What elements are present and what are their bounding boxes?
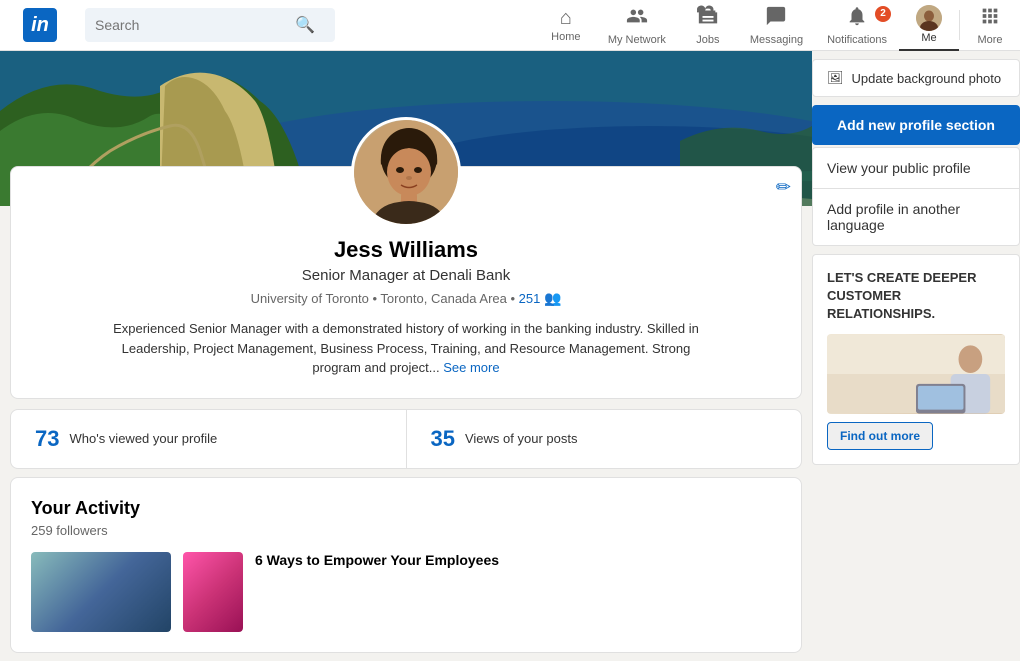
search-input[interactable] (95, 17, 295, 33)
add-language-link[interactable]: Add profile in another language (813, 189, 1019, 245)
notifications-icon (846, 5, 868, 33)
edit-profile-icon[interactable]: ✏ (776, 177, 791, 198)
profile-card: ✏ Jess Williams Senior Manager at Denali… (10, 166, 802, 399)
nav-item-network[interactable]: My Network (596, 0, 678, 51)
nav-item-jobs[interactable]: Jobs (678, 0, 738, 51)
activity-text: 6 Ways to Empower Your Employees (255, 552, 499, 632)
activity-followers: 259 followers (31, 523, 781, 538)
post-views-stat[interactable]: 35 Views of your posts (407, 410, 802, 468)
nav-label-home: Home (551, 31, 580, 43)
profile-views-label: Who's viewed your profile (69, 431, 217, 446)
post-views-count: 35 (431, 426, 455, 452)
profile-photo-wrap (41, 117, 771, 227)
linkedin-icon: in (23, 8, 57, 42)
profile-views-stat[interactable]: 73 Who's viewed your profile (11, 410, 407, 468)
nav-item-notifications[interactable]: 2 Notifications (815, 0, 899, 51)
connections-icon: 👥 (544, 290, 561, 306)
see-more-link[interactable]: See more (443, 360, 499, 375)
search-bar[interactable]: 🔍 (85, 8, 335, 42)
profile-university: University of Toronto (251, 291, 369, 306)
nav-item-home[interactable]: ⌂ Home (536, 0, 596, 51)
profile-photo (351, 117, 461, 227)
profile-name: Jess Williams (41, 237, 771, 263)
ad-title: LET'S CREATE DEEPER CUSTOMER RELATIONSHI… (827, 269, 1005, 324)
post-views-label: Views of your posts (465, 431, 577, 446)
ad-card: LET'S CREATE DEEPER CUSTOMER RELATIONSHI… (812, 254, 1020, 465)
profile-location: Toronto, Canada Area (380, 291, 506, 306)
network-icon (626, 5, 648, 33)
nav-label-network: My Network (608, 34, 666, 46)
right-panel-links: View your public profile Add profile in … (812, 147, 1020, 246)
nav-item-more[interactable]: More (960, 0, 1020, 51)
activity-section: Your Activity 259 followers 6 Ways to Em… (10, 477, 802, 653)
meta-dot2: • (511, 291, 519, 306)
nav-label-messaging: Messaging (750, 34, 803, 46)
more-icon (979, 5, 1001, 33)
profile-bio: Experienced Senior Manager with a demons… (96, 319, 716, 378)
profile-meta: University of Toronto • Toronto, Canada … (41, 290, 771, 307)
jobs-icon (697, 5, 719, 33)
activity-content: 6 Ways to Empower Your Employees (31, 552, 781, 632)
view-public-profile-link[interactable]: View your public profile (813, 148, 1019, 189)
update-background-button[interactable]: 🖼 Update background photo (812, 59, 1020, 97)
main-content: ✏ Jess Williams Senior Manager at Denali… (0, 51, 1020, 661)
nav-label-jobs: Jobs (696, 34, 719, 46)
avatar (916, 5, 942, 31)
nav-item-messaging[interactable]: Messaging (738, 0, 815, 51)
logo[interactable]: in (0, 0, 80, 51)
notification-badge: 2 (875, 6, 891, 22)
activity-article-title[interactable]: 6 Ways to Empower Your Employees (255, 552, 499, 568)
search-icon: 🔍 (295, 15, 315, 35)
nav-item-me[interactable]: Me (899, 0, 959, 51)
profile-views-count: 73 (35, 426, 59, 452)
stats-bar: 73 Who's viewed your profile 35 Views of… (10, 409, 802, 469)
image-icon: 🖼 (827, 70, 844, 86)
left-panel: ✏ Jess Williams Senior Manager at Denali… (0, 51, 812, 661)
home-icon: ⌂ (560, 7, 572, 30)
activity-title: Your Activity (31, 498, 781, 519)
nav-label-me: Me (921, 32, 936, 44)
profile-connections[interactable]: 251 (519, 291, 541, 306)
add-profile-section-button[interactable]: Add new profile section (812, 105, 1020, 145)
activity-thumbnail-2[interactable] (183, 552, 243, 632)
nav-label-notifications: Notifications (827, 34, 887, 46)
messaging-icon (765, 5, 787, 33)
profile-title: Senior Manager at Denali Bank (41, 267, 771, 284)
activity-thumbnail-1[interactable] (31, 552, 171, 632)
right-panel: 🖼 Update background photo Add new profil… (812, 51, 1020, 661)
navbar: in 🔍 ⌂ Home My Network Jobs (0, 0, 1020, 51)
ad-cta-button[interactable]: Find out more (827, 422, 933, 450)
navbar-nav: ⌂ Home My Network Jobs (536, 0, 1020, 51)
ad-image (827, 334, 1005, 414)
nav-label-more: More (977, 34, 1002, 46)
